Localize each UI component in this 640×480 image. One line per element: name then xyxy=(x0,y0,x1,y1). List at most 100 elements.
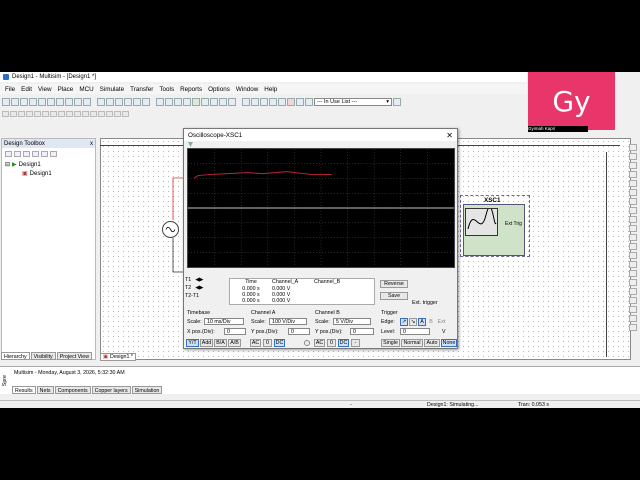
table-icon[interactable] xyxy=(242,97,250,106)
cut-icon[interactable] xyxy=(47,97,55,106)
new-icon[interactable] xyxy=(2,97,10,106)
tab-design1[interactable]: ▣ Design1 * xyxy=(100,353,136,361)
tab-nets[interactable]: Nets xyxy=(36,386,54,394)
tab-results[interactable]: Results xyxy=(12,386,36,394)
four-channel-scope-icon[interactable] xyxy=(629,180,637,187)
place-mcu-icon[interactable] xyxy=(122,110,129,117)
channel-a-zero-button[interactable]: 0 xyxy=(263,339,272,347)
arrows-icon[interactable]: ◀▶ xyxy=(195,285,203,293)
spectrum-analyzer-icon[interactable] xyxy=(629,252,637,259)
place-ttl-icon[interactable] xyxy=(42,110,49,117)
tab-simulation[interactable]: Simulation xyxy=(131,386,163,394)
undo-icon[interactable] xyxy=(74,97,82,106)
place-power-icon[interactable] xyxy=(82,110,89,117)
in-use-list-select[interactable]: --- In Use List --- ▾ xyxy=(314,97,392,106)
zoom-out-icon[interactable] xyxy=(115,97,123,106)
tab-visibility[interactable]: Visibility xyxy=(30,352,56,360)
channel-b-ypos-field[interactable]: 0 xyxy=(350,328,374,335)
tree-item-root[interactable]: ⊟ ▶ Design1 xyxy=(2,160,95,169)
falling-edge-icon[interactable]: ↘ xyxy=(409,318,417,326)
place-rf-icon[interactable] xyxy=(106,110,113,117)
channel-b-zero-button[interactable]: 0 xyxy=(327,339,336,347)
zoom-sheet-icon[interactable] xyxy=(133,97,141,106)
add-sheet-icon[interactable] xyxy=(23,151,30,157)
menu-place[interactable]: Place xyxy=(55,86,77,93)
level-field[interactable]: 0 xyxy=(400,328,430,335)
word-generator-icon[interactable] xyxy=(629,207,637,214)
frequency-counter-icon[interactable] xyxy=(629,198,637,205)
network-analyzer-icon[interactable] xyxy=(629,261,637,268)
zoom-in-icon[interactable] xyxy=(106,97,114,106)
tab-copper-layers[interactable]: Copper layers xyxy=(91,386,131,394)
place-misc-icon[interactable] xyxy=(90,110,97,117)
single-button[interactable]: Single xyxy=(381,339,400,347)
properties-icon[interactable] xyxy=(41,151,48,157)
spreadsheet-icon[interactable] xyxy=(174,97,182,106)
channel-b-invert-button[interactable]: - xyxy=(351,339,360,347)
paste-icon[interactable] xyxy=(65,97,73,106)
save-button[interactable]: Save xyxy=(380,292,408,300)
channel-a-ac-button[interactable]: AC xyxy=(250,339,261,347)
auto-button[interactable]: Auto xyxy=(424,339,440,347)
close-icon[interactable]: x xyxy=(90,141,93,147)
bom-icon[interactable] xyxy=(296,97,304,106)
toolbox-icon[interactable] xyxy=(165,97,173,106)
expand-icon[interactable]: ⊟ xyxy=(5,161,10,168)
open-icon[interactable] xyxy=(11,97,19,106)
oscilloscope-icon[interactable] xyxy=(629,171,637,178)
postprocessor-icon[interactable] xyxy=(201,97,209,106)
place-analog-icon[interactable] xyxy=(34,110,41,117)
tek-scope-icon[interactable] xyxy=(629,297,637,304)
place-advanced-icon[interactable] xyxy=(98,110,105,117)
menu-edit[interactable]: Edit xyxy=(18,86,35,93)
channel-a-scale-field[interactable]: 100 V/Div xyxy=(269,318,307,325)
menu-mcu[interactable]: MCU xyxy=(76,86,96,93)
trigger-ext-button[interactable]: Ext xyxy=(436,318,447,326)
place-mixed-icon[interactable] xyxy=(66,110,73,117)
tab-components[interactable]: Components xyxy=(54,386,91,394)
wattmeter-icon[interactable] xyxy=(629,162,637,169)
grapher-icon[interactable] xyxy=(210,97,218,106)
distortion-analyzer-icon[interactable] xyxy=(629,243,637,250)
labview-icon[interactable] xyxy=(629,306,637,313)
zoom-100-icon[interactable] xyxy=(142,97,150,106)
bode-plotter-icon[interactable] xyxy=(629,189,637,196)
print-icon[interactable] xyxy=(29,97,37,106)
rising-edge-icon[interactable]: ↗ xyxy=(400,318,408,326)
timebase-scale-field[interactable]: 10 ms/Div xyxy=(204,318,244,325)
trigger-b-button[interactable]: B xyxy=(427,318,435,326)
help-icon[interactable] xyxy=(393,97,401,106)
multimeter-icon[interactable] xyxy=(629,144,637,151)
place-diode-icon[interactable] xyxy=(18,110,25,117)
tab-project-view[interactable]: Project View xyxy=(56,352,93,360)
place-cmos-icon[interactable] xyxy=(50,110,57,117)
function-generator-icon[interactable] xyxy=(629,153,637,160)
close-icon[interactable]: ✕ xyxy=(446,131,453,140)
channel-a-color-icon[interactable] xyxy=(304,340,310,346)
delete-icon[interactable] xyxy=(50,151,57,157)
cursor-t1-marker[interactable] xyxy=(188,142,193,147)
menu-reports[interactable]: Reports xyxy=(177,86,205,93)
wire-icon[interactable] xyxy=(305,97,313,106)
agilent-scope-icon[interactable] xyxy=(629,288,637,295)
erc-icon[interactable] xyxy=(219,97,227,106)
logic-analyzer-icon[interactable] xyxy=(629,225,637,232)
menu-transfer[interactable]: Transfer xyxy=(127,86,156,93)
trigger-a-button[interactable]: A xyxy=(418,318,426,326)
save-icon[interactable] xyxy=(20,97,28,106)
copy-icon[interactable] xyxy=(56,97,64,106)
none-button[interactable]: None xyxy=(441,339,457,347)
menu-simulate[interactable]: Simulate xyxy=(97,86,128,93)
arrows-icon[interactable]: ◀▶ xyxy=(195,277,203,285)
search-icon[interactable] xyxy=(156,97,164,106)
place-component-icon[interactable] xyxy=(228,97,236,106)
place-basic-icon[interactable] xyxy=(10,110,17,117)
ab-button[interactable]: A/B xyxy=(228,339,241,347)
database-icon[interactable] xyxy=(183,97,191,106)
add-button[interactable]: Add xyxy=(200,339,213,347)
graph-icon[interactable] xyxy=(251,97,259,106)
component-wizard-icon[interactable] xyxy=(192,97,200,106)
print-preview-icon[interactable] xyxy=(38,97,46,106)
back-annotate-icon[interactable] xyxy=(269,97,277,106)
ba-button[interactable]: B/A xyxy=(214,339,227,347)
